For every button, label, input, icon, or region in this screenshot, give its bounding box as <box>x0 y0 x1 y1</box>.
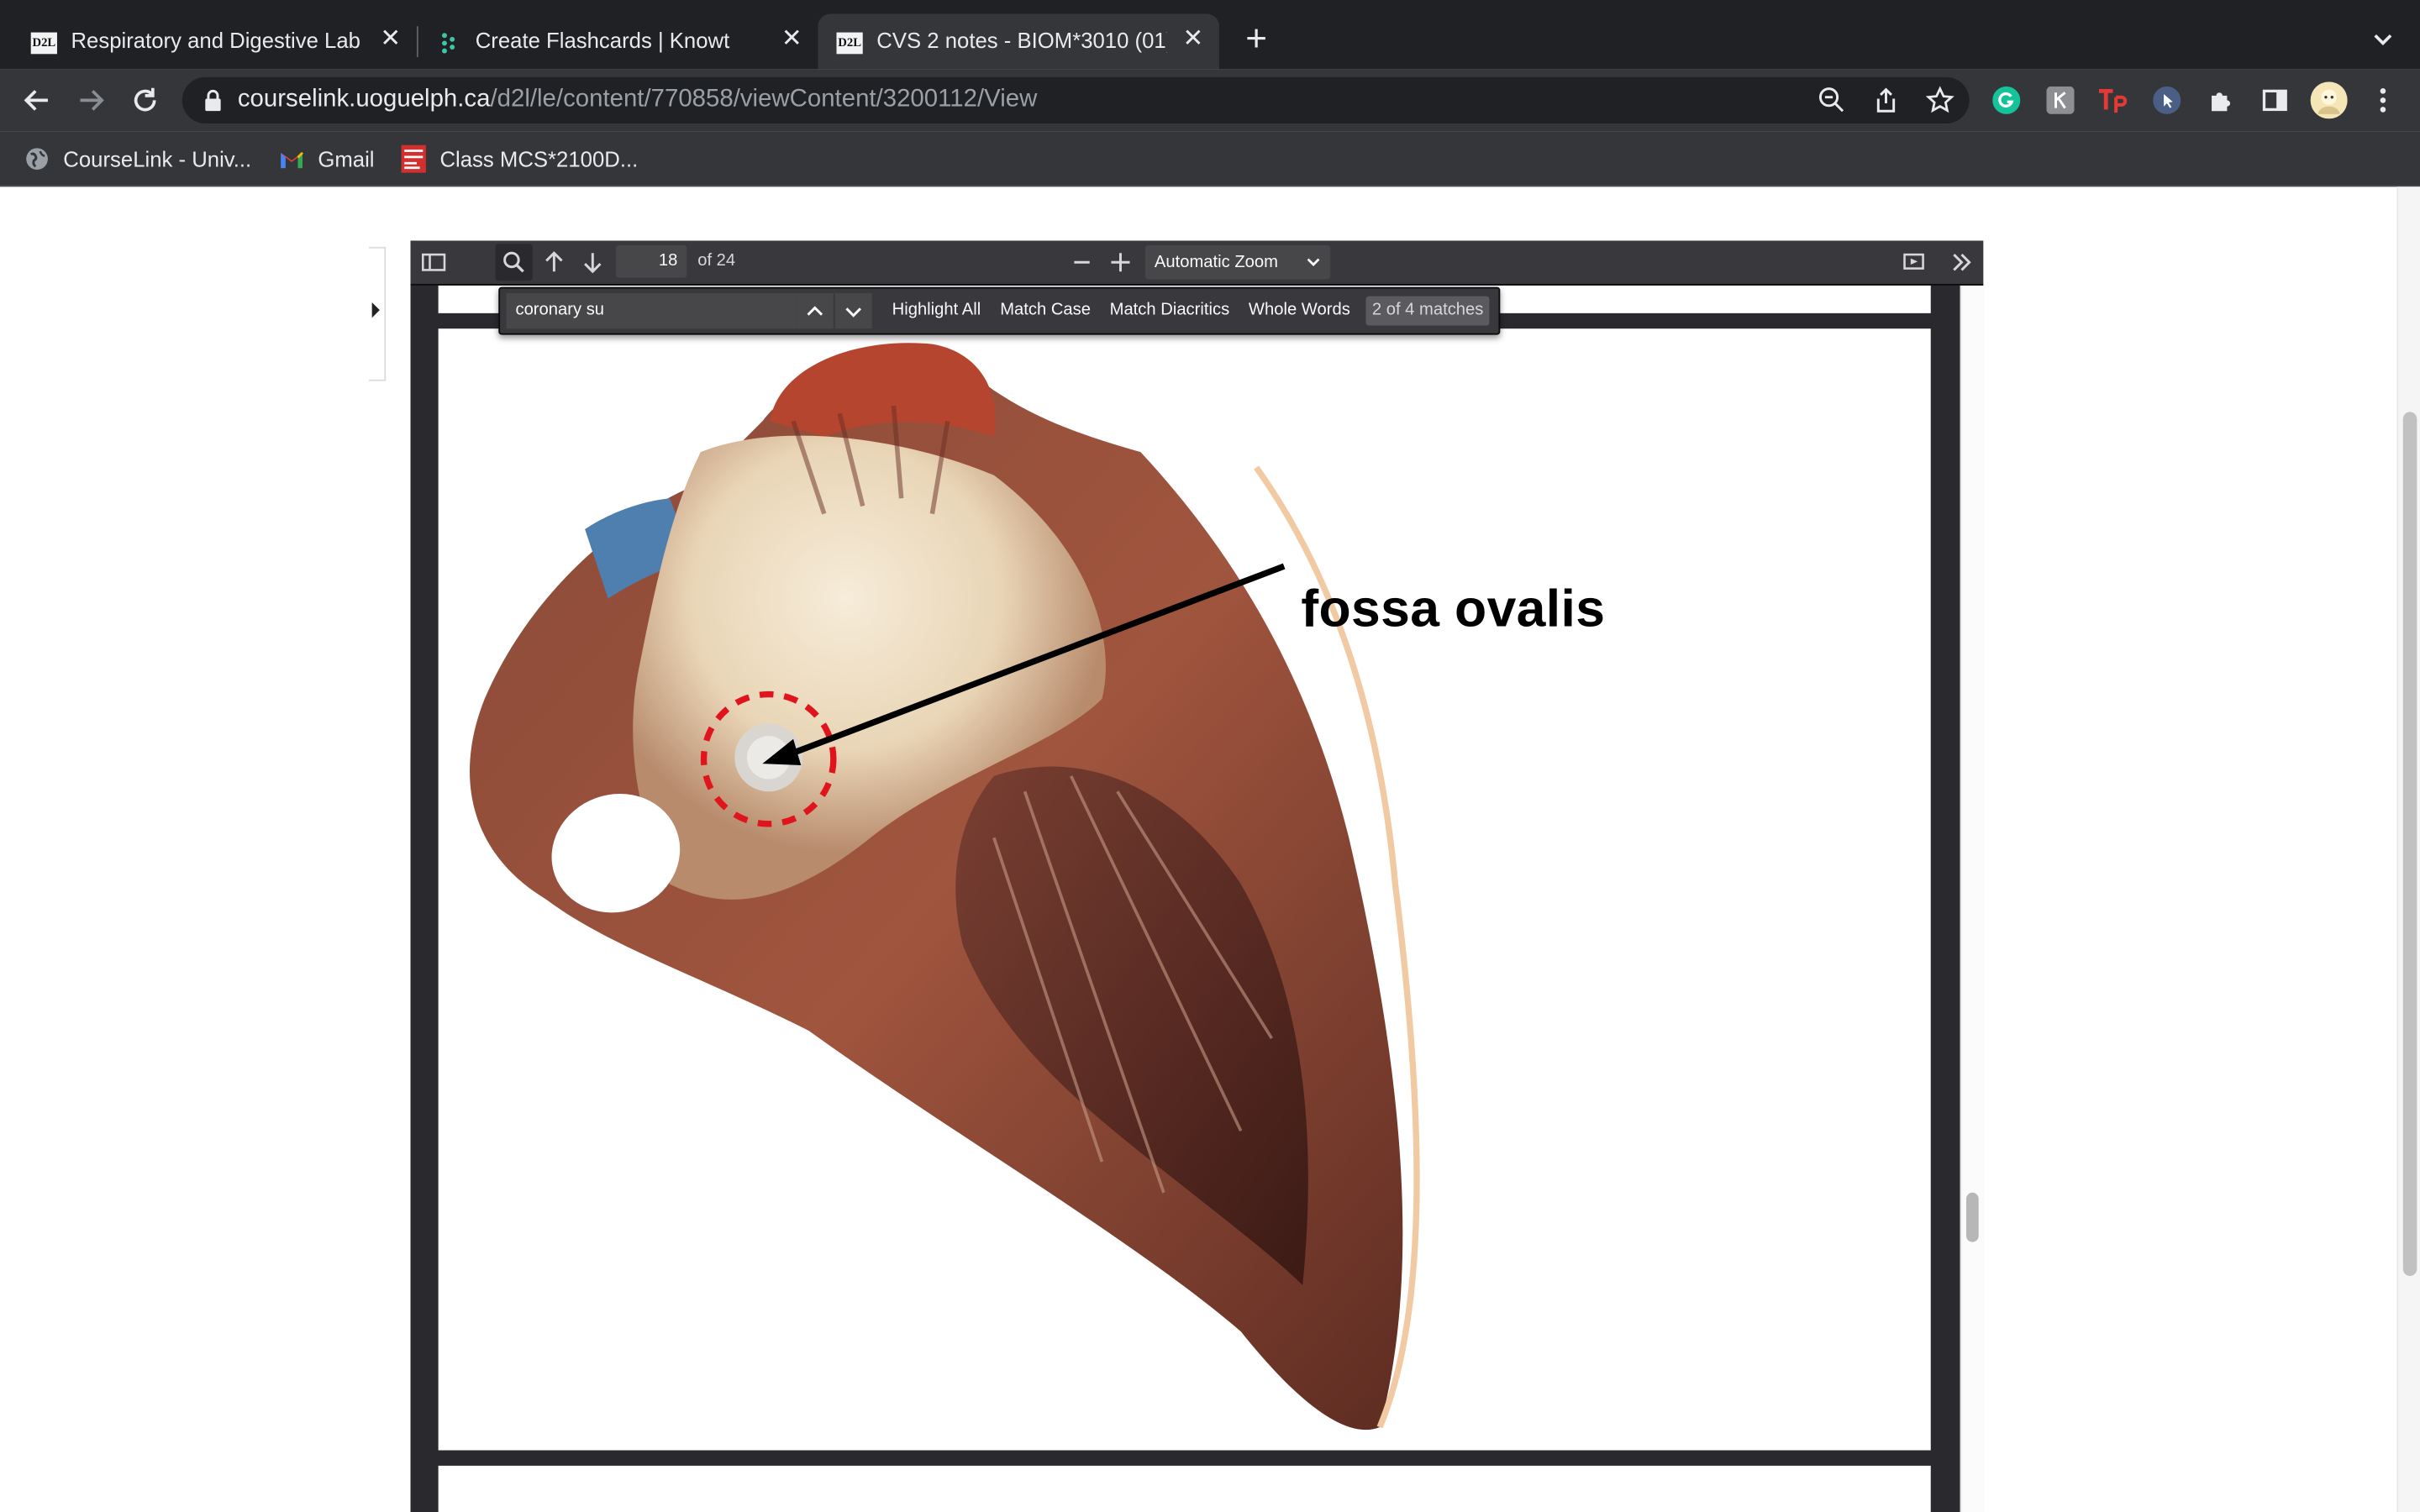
globe-icon <box>24 146 49 171</box>
puzzle-extensions-icon[interactable] <box>2206 85 2237 116</box>
share-icon[interactable] <box>1870 85 1902 116</box>
match-case-option[interactable]: Match Case <box>1000 301 1091 319</box>
scrollbar-thumb[interactable] <box>1966 1192 1979 1242</box>
url-path: /d2l/le/content/770858/viewContent/32001… <box>490 86 1038 113</box>
chevron-down-icon <box>1306 245 1321 291</box>
find-bar: coronary su Highlight All Match Case Mat… <box>498 286 1501 335</box>
close-icon[interactable]: ✕ <box>376 26 404 54</box>
tab-title: CVS 2 notes - BIOM*3010 (01) <box>876 28 1167 53</box>
previous-page-icon[interactable] <box>539 247 570 278</box>
match-diacritics-option[interactable]: Match Diacritics <box>1110 301 1230 319</box>
d2l-icon: D2L <box>30 29 57 55</box>
reload-icon[interactable] <box>127 81 164 118</box>
url-host: courselink.uoguelph.ca <box>237 86 491 113</box>
bookmark-class-mcs[interactable]: Class MCS*2100D... <box>401 144 639 175</box>
tab-strip: D2L Respiratory and Digestive Lab ✕ Crea… <box>0 0 2420 70</box>
address-bar[interactable]: courselink.uoguelph.ca/d2l/le/content/77… <box>182 76 1970 123</box>
tab-knowt[interactable]: Create Flashcards | Knowt ✕ <box>417 14 818 70</box>
forward-arrow-icon[interactable] <box>72 81 109 118</box>
screen: D2L Respiratory and Digestive Lab ✕ Crea… <box>0 0 2420 1512</box>
find-results-count: 2 of 4 matches <box>1365 296 1490 326</box>
tab-title: Respiratory and Digestive Lab <box>71 28 360 53</box>
bookmark-label: Gmail <box>318 146 375 171</box>
find-button[interactable] <box>495 244 533 281</box>
tab-title: Create Flashcards | Knowt <box>475 28 730 53</box>
mcgraw-hill-icon <box>401 144 426 173</box>
pdf-page-19 <box>438 1465 1931 1512</box>
pdf-scrollbar[interactable] <box>1960 285 1986 1512</box>
chevron-up-icon <box>807 305 823 315</box>
page-count: of 24 <box>697 251 736 270</box>
bookmark-star-icon[interactable] <box>1924 85 1955 116</box>
knowt-extension-icon[interactable] <box>2045 85 2076 116</box>
more-menu-icon[interactable] <box>2368 85 2399 116</box>
browser-toolbar: courselink.uoguelph.ca/d2l/le/content/77… <box>0 69 2420 132</box>
heart-section-illustration <box>469 343 1420 1431</box>
pdf-toolbar: 18 of 24 Automatic Zoom <box>410 240 1984 286</box>
pdf-page-18 <box>438 328 1931 1451</box>
new-tab-button[interactable]: + <box>1239 21 1273 58</box>
pdf-page-container[interactable] <box>410 285 1960 1512</box>
find-previous-button[interactable] <box>796 292 834 329</box>
find-next-button[interactable] <box>834 292 872 329</box>
gmail-icon <box>279 146 303 171</box>
highlight-all-option[interactable]: Highlight All <box>892 301 981 319</box>
page-scrollbar[interactable] <box>2396 186 2420 1512</box>
bookmarks-bar: CourseLink - Univ... Gmail Class MCS*210… <box>0 131 2420 187</box>
chevron-down-icon <box>845 307 862 317</box>
caret-right-icon <box>371 302 380 318</box>
zoom-in-icon[interactable] <box>1105 247 1136 278</box>
bookmark-label: CourseLink - Univ... <box>63 146 252 171</box>
back-arrow-icon[interactable] <box>18 81 55 118</box>
search-icon <box>503 251 524 273</box>
tab-respiratory-lab[interactable]: D2L Respiratory and Digestive Lab ✕ <box>13 14 417 70</box>
knowt-icon <box>435 29 461 55</box>
presentation-mode-icon[interactable] <box>1898 247 1929 278</box>
d2l-icon: D2L <box>836 29 863 55</box>
find-input[interactable]: coronary su <box>506 292 797 329</box>
grammarly-icon[interactable] <box>1991 85 2022 116</box>
profile-avatar[interactable] <box>2310 81 2348 119</box>
bookmark-courselink[interactable]: CourseLink - Univ... <box>24 144 251 175</box>
next-page-icon[interactable] <box>577 247 608 278</box>
zoom-select[interactable]: Automatic Zoom <box>1144 245 1331 280</box>
zoom-value: Automatic Zoom <box>1154 253 1278 272</box>
bookmark-gmail[interactable]: Gmail <box>279 144 375 175</box>
scrollbar-thumb[interactable] <box>2402 412 2417 1276</box>
zoom-out-icon[interactable] <box>1066 247 1097 278</box>
tab-cvs-notes[interactable]: D2L CVS 2 notes - BIOM*3010 (01) ✕ <box>818 13 1220 70</box>
side-panel-icon[interactable] <box>2260 85 2291 116</box>
zoom-out-icon[interactable] <box>1817 85 1848 116</box>
whole-words-option[interactable]: Whole Words <box>1249 301 1350 319</box>
url-text: courselink.uoguelph.ca/d2l/le/content/77… <box>238 87 1037 114</box>
lock-icon <box>205 89 221 112</box>
close-icon[interactable]: ✕ <box>778 26 806 54</box>
sidebar-toggle-icon[interactable] <box>418 247 450 278</box>
cursor-extension-icon[interactable] <box>2151 85 2182 116</box>
tp-extension-icon[interactable] <box>2097 85 2128 116</box>
bookmark-label: Class MCS*2100D... <box>439 146 639 171</box>
chevron-down-icon[interactable] <box>2368 24 2399 55</box>
pdf-viewer: 18 of 24 Automatic Zoom <box>410 240 1986 1512</box>
tools-double-chevron-icon[interactable] <box>1946 247 1977 278</box>
figure-label-fossa-ovalis: fossa ovalis <box>1301 580 1606 639</box>
page-number-input[interactable]: 18 <box>615 245 687 278</box>
close-icon[interactable]: ✕ <box>1179 26 1207 54</box>
